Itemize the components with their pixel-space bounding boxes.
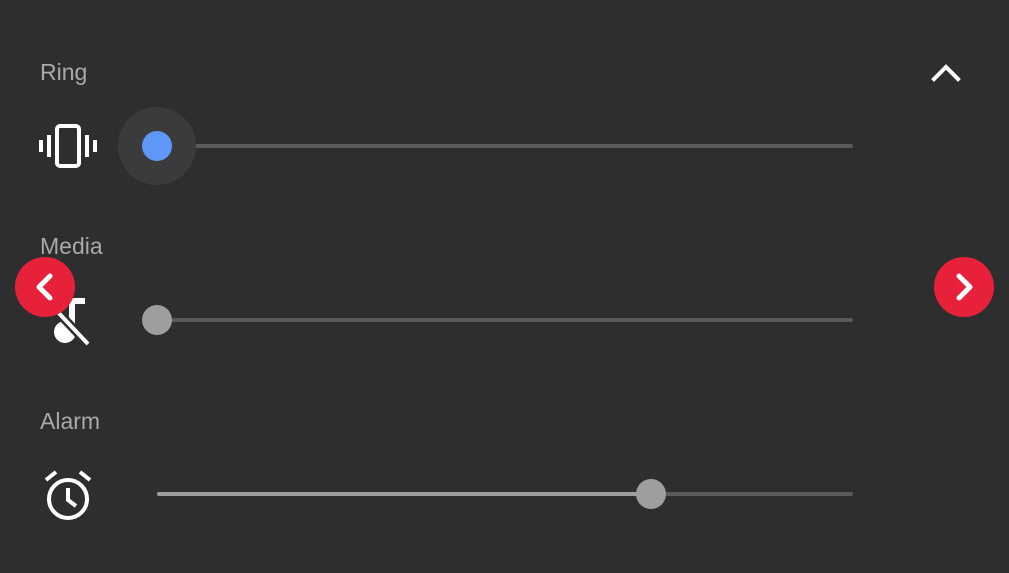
slider-track — [157, 144, 853, 148]
media-label: Media — [40, 233, 103, 259]
chevron-right-icon — [934, 257, 994, 317]
media-volume-slider[interactable] — [142, 300, 853, 340]
slider-thumb[interactable] — [142, 131, 172, 161]
slider-thumb[interactable] — [636, 479, 667, 509]
previous-button[interactable] — [15, 257, 75, 317]
slider-fill — [157, 492, 652, 496]
alarm-label: Alarm — [40, 408, 101, 434]
slider-track — [157, 318, 853, 322]
alarm-volume-slider[interactable] — [157, 474, 853, 514]
collapse-button[interactable] — [920, 50, 972, 94]
volume-panel: Ring Media Alarm — [0, 0, 1009, 573]
ring-volume-slider[interactable] — [118, 107, 853, 185]
next-button[interactable] — [934, 257, 994, 317]
chevron-up-icon — [931, 64, 961, 82]
vibrate-icon[interactable] — [36, 114, 100, 178]
ring-label: Ring — [40, 59, 88, 85]
chevron-left-icon — [15, 257, 75, 317]
slider-thumb[interactable] — [142, 305, 172, 335]
alarm-clock-icon[interactable] — [36, 464, 100, 528]
